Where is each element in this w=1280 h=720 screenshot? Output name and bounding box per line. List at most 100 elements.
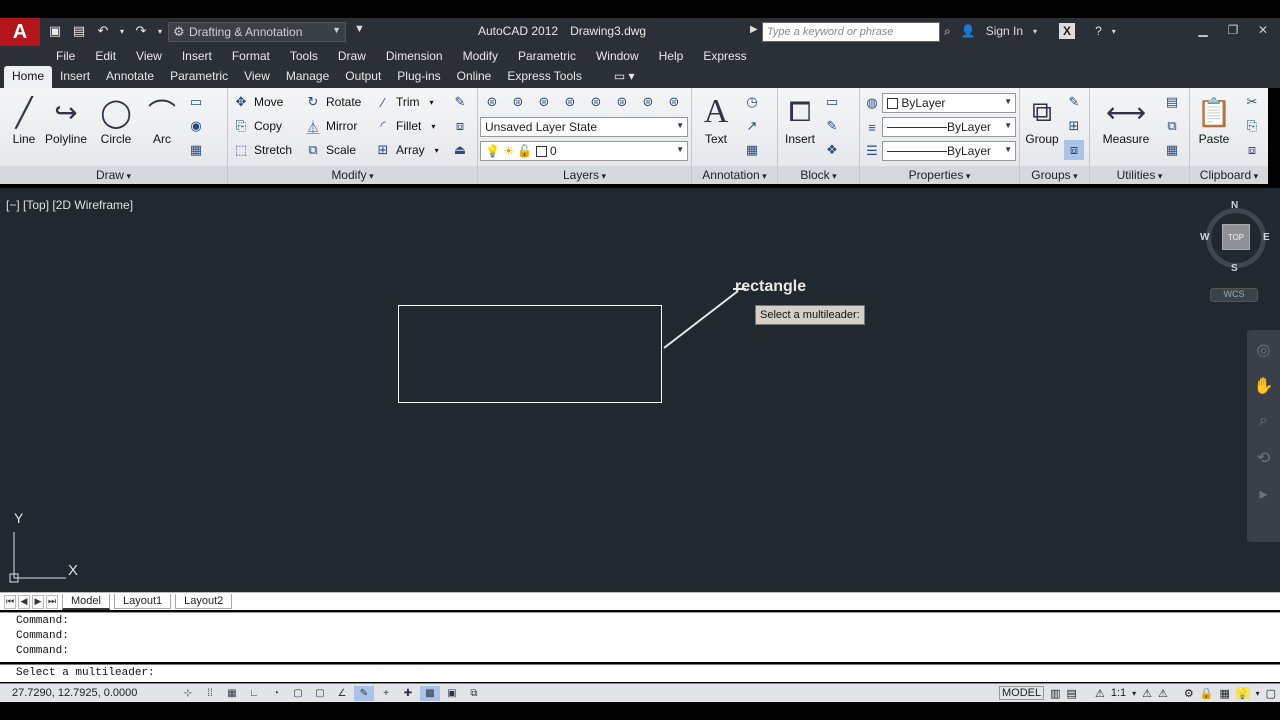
insert-block-button[interactable]: ⧠ Insert [778,92,822,147]
multileader-line[interactable] [0,188,1280,592]
customize-qat-icon[interactable]: ▼ [354,23,365,35]
quick-view-layouts-icon[interactable]: ▥ [1050,687,1060,700]
rectangle-icon[interactable]: ▭ [186,92,206,112]
circle-button[interactable]: ◯ Circle [94,92,138,147]
tab-model[interactable]: Model [62,593,110,610]
dimension-icon[interactable]: ◷ [742,92,762,112]
select-all-icon[interactable]: ⧉ [1162,116,1182,136]
copy-button[interactable]: ⎘ Copy [232,116,282,136]
layer-select[interactable]: 💡 ☀ 🔓 0 ▼ [480,141,688,161]
array-button[interactable]: ⊞ Array ▾ [374,140,439,160]
search-input[interactable]: Type a keyword or phrase [762,22,940,42]
workspace-select[interactable]: ⚙ Drafting & Annotation ▼ [168,22,346,42]
copy-clip-icon[interactable]: ⎘ [1242,116,1262,136]
chevron-down-icon[interactable]: ▾ [1033,27,1037,36]
tab-layout1[interactable]: Layout1 [113,594,172,609]
tab-express-tools[interactable]: Express Tools [499,66,589,88]
clipboard-panel-title[interactable]: Clipboard [1190,166,1268,184]
save-as-icon[interactable]: ▤ [70,22,88,40]
tab-insert[interactable]: Insert [52,66,98,88]
3d-osnap-icon[interactable]: ▢ [310,686,330,701]
hatch-icon[interactable]: ◉ [186,116,206,136]
first-tab-icon[interactable]: ⏮ [4,594,16,609]
tab-layout2[interactable]: Layout2 [175,594,233,609]
tab-parametric[interactable]: Parametric [162,66,236,88]
viewcube[interactable]: TOP N S E W [1200,200,1272,274]
pan-icon[interactable]: ✋ [1247,366,1280,402]
user-icon[interactable]: 👤 [961,24,976,38]
application-menu-button[interactable]: A [0,18,40,46]
layer-match-icon[interactable]: ⊜ [586,92,606,112]
layer-unisolate-icon[interactable]: ⊜ [560,92,580,112]
group-edit-icon[interactable]: ⊞ [1064,116,1084,136]
prev-tab-icon[interactable]: ◀ [18,594,30,609]
match-properties-icon[interactable]: ◍ [862,93,882,113]
linetype-select[interactable]: ByLayer ▼ [882,141,1016,161]
command-line-input[interactable]: Select a multileader: [0,664,1280,682]
clean-screen-icon[interactable]: ▢ [1266,687,1276,700]
properties-panel-title[interactable]: Properties [860,166,1019,184]
object-snap-tracking-icon[interactable]: ∠ [332,686,352,701]
dropdown-icon[interactable]: ▾ [156,22,164,40]
model-space-toggle[interactable]: MODEL [999,686,1045,700]
zoom-icon[interactable]: ⌕ [1247,402,1280,438]
erase-icon[interactable]: ✎ [450,92,470,112]
menu-express[interactable]: Express [703,46,756,66]
command-history[interactable]: Command: Command: Command: [0,612,1280,662]
explode-icon[interactable]: ⧈ [450,116,470,136]
annotation-visibility-icon[interactable]: ⚠ [1142,687,1152,700]
object-snap-icon[interactable]: ▢ [288,686,308,701]
last-tab-icon[interactable]: ⏭ [46,594,58,609]
color-select[interactable]: ByLayer ▼ [882,93,1016,113]
binoculars-icon[interactable]: ⌕ [944,24,951,39]
compass-north[interactable]: N [1231,200,1238,211]
layer-off-icon[interactable]: ⊜ [638,92,658,112]
linetype-icon[interactable]: ☰ [862,141,882,161]
line-button[interactable]: ╱ Line [2,92,46,147]
compass-south[interactable]: S [1231,263,1238,274]
lock-ui-icon[interactable]: 🔒 [1200,687,1214,700]
tab-home[interactable]: Home [4,66,53,88]
layer-isolate-icon[interactable]: ⊜ [534,92,554,112]
layers-panel-title[interactable]: Layers [478,166,691,184]
ungroup-icon[interactable]: ✎ [1064,92,1084,112]
menu-window[interactable]: Window [596,46,649,66]
sign-in-link[interactable]: Sign In [986,24,1023,38]
group-button[interactable]: ⧉ Group [1020,92,1064,147]
table-icon[interactable]: ▦ [742,140,762,160]
auto-scale-icon[interactable]: ⚠ [1158,687,1168,700]
chevron-down-icon[interactable]: ▾ [1132,689,1136,698]
wcs-menu[interactable]: WCS [1210,288,1258,302]
ribbon-toggle-icon[interactable]: ▭ ▾ [590,66,643,88]
viewcube-top-face[interactable]: TOP [1222,224,1250,250]
rotate-button[interactable]: ↻ Rotate [304,92,362,112]
move-button[interactable]: ✥ Move [232,92,284,112]
layer-freeze-icon[interactable]: ⊜ [664,92,684,112]
snap-mode-icon[interactable]: ⁞⁞ [200,686,220,701]
grid-display-icon[interactable]: ▦ [222,686,242,701]
menu-view[interactable]: View [136,46,172,66]
selection-cycling-icon[interactable]: ⧉ [464,686,484,701]
compass-west[interactable]: W [1200,232,1209,243]
exchange-icon[interactable]: X [1059,23,1076,39]
quick-properties-icon[interactable]: ▣ [442,686,462,701]
help-icon[interactable]: ? [1095,24,1102,38]
close-icon[interactable]: ✕ [1250,21,1276,39]
multileader-icon[interactable]: ↗ [742,116,762,136]
offset-icon[interactable]: ⏏ [450,140,470,160]
tab-annotate[interactable]: Annotate [98,66,162,88]
tab-manage[interactable]: Manage [278,66,337,88]
create-block-icon[interactable]: ▭ [822,92,842,112]
hardware-acceleration-icon[interactable]: ▦ [1219,687,1229,700]
workspace-switching-icon[interactable]: ⚙ [1184,687,1194,700]
utilities-panel-title[interactable]: Utilities [1090,166,1189,184]
calculator-icon[interactable]: ▦ [1162,140,1182,160]
annotation-panel-title[interactable]: Annotation [692,166,777,184]
menu-tools[interactable]: Tools [290,46,328,66]
measure-button[interactable]: ⟷ Measure [1096,92,1156,147]
polar-tracking-icon[interactable]: ◔ [266,686,286,701]
tab-view[interactable]: View [236,66,278,88]
compass-east[interactable]: E [1263,232,1270,243]
annotation-scale-icon[interactable]: ⚠ [1095,687,1105,700]
paste-button[interactable]: 📋 Paste [1192,92,1236,147]
